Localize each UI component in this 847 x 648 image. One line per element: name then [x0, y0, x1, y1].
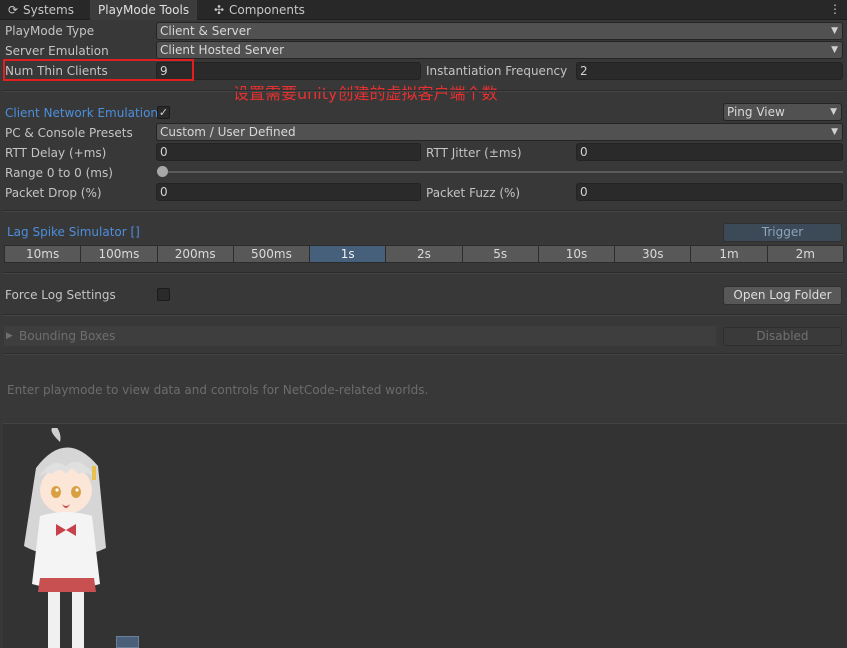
annotation-text: 设置需要unity创建的虚拟客户端个数	[233, 84, 498, 103]
playmode-type-dropdown[interactable]: Client & Server ▼	[156, 22, 843, 40]
server-emulation-value: Client Hosted Server	[160, 43, 285, 57]
divider	[3, 353, 844, 355]
playmode-type-value: Client & Server	[160, 24, 252, 38]
lag-spike-option[interactable]: 10ms	[4, 245, 82, 263]
puzzle-icon: ✣	[213, 3, 225, 17]
bottom-panel	[3, 423, 847, 648]
open-log-folder-button[interactable]: Open Log Folder	[723, 286, 842, 305]
lag-spike-option[interactable]: 100ms	[80, 245, 158, 263]
instantiation-frequency-label: Instantiation Frequency	[426, 64, 568, 78]
packet-drop-field[interactable]: 0	[156, 183, 421, 201]
lag-spike-option[interactable]: 30s	[614, 245, 692, 263]
lag-spike-options: 10ms 100ms 200ms 500ms 1s 2s 5s 10s 30s 1m 2m	[4, 245, 844, 263]
tab-bar: ⟳ Systems PlayMode Tools ✣ Components ⋮	[0, 0, 847, 20]
packet-fuzz-field[interactable]: 0	[576, 183, 843, 201]
chevron-down-icon: ▼	[830, 107, 837, 117]
tab-playmode-tools[interactable]: PlayMode Tools	[90, 0, 198, 20]
lag-spike-option[interactable]: 500ms	[232, 245, 311, 263]
num-thin-clients-field[interactable]: 9	[156, 62, 421, 80]
divider	[3, 90, 844, 92]
rtt-delay-field[interactable]: 0	[156, 143, 421, 161]
lag-spike-option[interactable]: 10s	[537, 245, 616, 263]
info-text: Enter playmode to view data and controls…	[7, 383, 429, 397]
network-emulation-checkbox[interactable]: ✓	[157, 106, 170, 119]
lag-spike-option[interactable]: 1s	[309, 245, 387, 263]
server-emulation-label: Server Emulation	[5, 44, 109, 58]
ping-view-dropdown[interactable]: Ping View ▼	[723, 103, 842, 121]
trigger-button[interactable]: Trigger	[723, 223, 842, 242]
refresh-icon: ⟳	[7, 3, 19, 17]
range-slider-track[interactable]	[160, 171, 843, 173]
bounding-boxes-label: Bounding Boxes	[19, 329, 116, 343]
tab-systems[interactable]: ⟳ Systems	[6, 0, 74, 20]
client-network-emulation-label: Client Network Emulation	[5, 106, 159, 120]
playmode-type-label: PlayMode Type	[5, 24, 95, 38]
tab-components-label: Components	[229, 3, 305, 17]
packet-fuzz-label: Packet Fuzz (%)	[426, 186, 521, 200]
packet-drop-label: Packet Drop (%)	[5, 186, 102, 200]
chevron-down-icon: ▼	[831, 127, 838, 137]
ping-view-value: Ping View	[727, 105, 785, 119]
lag-spike-option[interactable]: 2s	[385, 245, 463, 263]
divider	[3, 314, 844, 316]
force-log-label: Force Log Settings	[5, 288, 116, 302]
tab-systems-label: Systems	[23, 3, 74, 17]
presets-value: Custom / User Defined	[160, 125, 296, 139]
instantiation-frequency-field[interactable]: 2	[576, 62, 843, 80]
server-emulation-dropdown[interactable]: Client Hosted Server ▼	[156, 41, 843, 59]
rtt-jitter-label: RTT Jitter (±ms)	[426, 146, 522, 160]
divider	[3, 210, 844, 212]
chevron-down-icon: ▼	[831, 26, 838, 36]
presets-label: PC & Console Presets	[5, 126, 133, 140]
divider	[3, 272, 844, 274]
presets-dropdown[interactable]: Custom / User Defined ▼	[156, 123, 843, 141]
tab-components[interactable]: ✣ Components	[212, 0, 305, 20]
anime-avatar-image	[24, 428, 106, 648]
highlight-box	[3, 59, 194, 81]
rtt-jitter-field[interactable]: 0	[576, 143, 843, 161]
lag-spike-option[interactable]: 1m	[690, 245, 768, 263]
lag-spike-label: Lag Spike Simulator []	[7, 225, 140, 239]
force-log-checkbox[interactable]	[157, 288, 170, 301]
bounding-boxes-foldout[interactable]: ▶ Bounding Boxes	[4, 326, 716, 346]
chevron-down-icon: ▼	[831, 45, 838, 55]
more-menu-icon[interactable]: ⋮	[829, 0, 841, 20]
range-slider-handle[interactable]	[157, 166, 168, 177]
thumbnail-icon	[116, 636, 139, 648]
lag-spike-option[interactable]: 200ms	[156, 245, 234, 263]
tab-playmode-tools-label: PlayMode Tools	[98, 3, 190, 17]
bounding-boxes-disabled-button: Disabled	[723, 327, 842, 346]
range-label: Range 0 to 0 (ms)	[5, 166, 113, 180]
lag-spike-option[interactable]: 5s	[461, 245, 539, 263]
rtt-delay-label: RTT Delay (+ms)	[5, 146, 107, 160]
lag-spike-option[interactable]: 2m	[766, 245, 844, 263]
triangle-right-icon: ▶	[6, 331, 13, 341]
